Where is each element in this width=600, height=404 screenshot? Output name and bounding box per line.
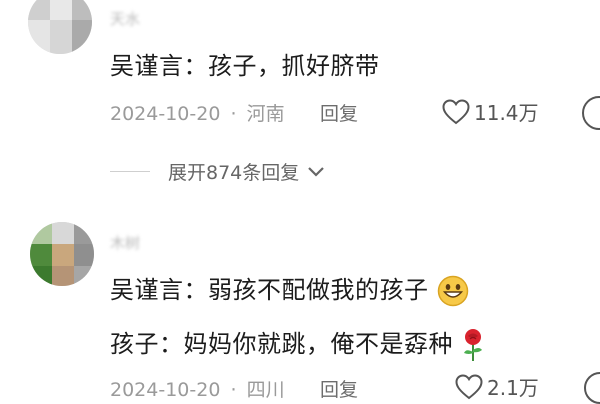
expand-replies-label: 展开874条回复 <box>168 162 300 184</box>
comment-location: 河南 <box>246 103 285 125</box>
comment-location: 四川 <box>246 379 285 401</box>
meta-separator: · <box>230 379 237 401</box>
partial-avatar-right <box>584 372 600 404</box>
comment-text-line2: 孩子：妈妈你就跳，俺不是孬种 <box>110 324 485 362</box>
avatar-pixel <box>50 0 72 20</box>
avatar-pixel <box>30 222 52 244</box>
meta-separator: · <box>230 103 237 125</box>
grinning-face-emoji <box>437 275 468 307</box>
partial-avatar-right <box>582 96 600 130</box>
rose-emoji <box>464 329 483 361</box>
avatar-pixel <box>72 20 92 54</box>
like-count: 2.1万 <box>487 376 539 400</box>
avatar-pixel <box>30 266 52 286</box>
avatar-pixel <box>72 0 92 20</box>
like-count: 11.4万 <box>474 101 539 125</box>
avatar-pixel <box>74 244 94 266</box>
avatar-pixel <box>52 222 74 244</box>
avatar[interactable] <box>30 222 94 286</box>
username[interactable]: 木树 <box>110 232 140 253</box>
like-button[interactable]: 2.1万 <box>455 372 539 401</box>
avatar[interactable] <box>28 0 92 54</box>
comment-text-line1: 吴谨言：弱孩不配做我的孩子 <box>110 270 469 307</box>
comment-date: 2024-10-20 <box>110 103 221 125</box>
avatar-pixel <box>50 20 72 54</box>
comment-text-line2-label: 孩子：妈妈你就跳，俺不是孬种 <box>110 330 453 358</box>
comment-meta: 2024-10-20 · 四川 <box>110 375 285 402</box>
expand-replies-button[interactable]: 展开874条回复 <box>110 158 325 185</box>
heart-outline-icon <box>442 98 470 124</box>
avatar-pixel <box>74 222 94 244</box>
divider-line <box>110 171 150 172</box>
comment-meta: 2024-10-20 · 河南 <box>110 99 285 126</box>
comment-date: 2024-10-20 <box>110 379 221 401</box>
avatar-pixel <box>30 244 52 266</box>
username[interactable]: 天水 <box>110 8 140 29</box>
reply-button[interactable]: 回复 <box>320 375 358 402</box>
like-button[interactable]: 11.4万 <box>442 97 539 126</box>
reply-button[interactable]: 回复 <box>320 99 358 126</box>
comment-text-line1-label: 吴谨言：弱孩不配做我的孩子 <box>110 276 429 304</box>
heart-outline-icon <box>455 373 483 399</box>
avatar-pixel <box>52 244 74 266</box>
avatar-pixel <box>52 266 74 286</box>
comment-text: 吴谨言：孩子，抓好脐带 <box>110 52 380 80</box>
avatar-pixel <box>28 20 50 54</box>
avatar-pixel <box>28 0 50 20</box>
avatar-pixel <box>74 266 94 286</box>
chevron-down-icon <box>308 166 325 177</box>
